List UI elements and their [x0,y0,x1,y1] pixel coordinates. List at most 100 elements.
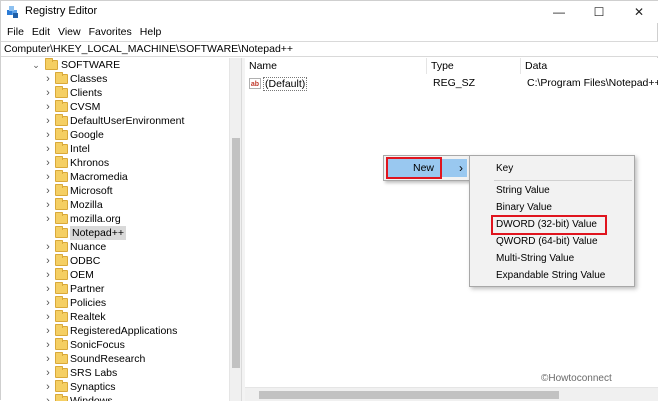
chevron-right-icon[interactable]: › [43,128,53,142]
tree-item-registeredapplications[interactable]: › RegisteredApplications [1,324,229,338]
menu-edit[interactable]: Edit [30,26,56,38]
tree-item-label: Classes [70,73,108,85]
column-header-type[interactable]: Type [427,58,521,74]
folder-icon [55,72,68,84]
tree-item-label: CVSM [70,101,101,113]
tree-item-label: OEM [70,269,94,281]
column-header-data[interactable]: Data [521,58,658,74]
tree-item-odbc[interactable]: › ODBC [1,254,229,268]
value-name: (Default) [263,77,308,91]
folder-icon [55,184,68,196]
folder-icon [55,338,68,350]
tree-item-defaultuserenvironment[interactable]: › DefaultUserEnvironment [1,114,229,128]
tree-item-intel[interactable]: › Intel [1,142,229,156]
folder-icon [55,352,68,364]
values-horizontal-scrollbar[interactable] [245,387,658,401]
tree-item-label: DefaultUserEnvironment [70,115,185,127]
submenu-qword-value[interactable]: QWORD (64-bit) Value [496,235,598,249]
tree-item-mozilla[interactable]: › Mozilla [1,198,229,212]
tree-item-label: ODBC [70,255,101,267]
chevron-right-icon[interactable]: › [43,156,53,170]
tree-item-nuance[interactable]: › Nuance [1,240,229,254]
chevron-right-icon[interactable]: › [43,380,53,394]
chevron-right-icon: › [459,161,463,175]
tree-item-label: SonicFocus [70,339,125,351]
chevron-right-icon[interactable]: › [43,310,53,324]
chevron-right-icon[interactable]: › [43,338,53,352]
chevron-right-icon[interactable]: › [43,198,53,212]
chevron-right-icon[interactable]: › [43,100,53,114]
menu-view[interactable]: View [56,26,87,38]
folder-icon [55,282,68,294]
menu-favorites[interactable]: Favorites [87,26,138,38]
tree-vertical-scrollbar[interactable] [229,58,241,401]
tree-item-soundresearch[interactable]: › SoundResearch [1,352,229,366]
minimize-button[interactable]: — [539,1,579,23]
tree-item-partner[interactable]: › Partner [1,282,229,296]
folder-icon [55,366,68,378]
tree-item-policies[interactable]: › Policies [1,296,229,310]
column-header-name[interactable]: Name [245,58,427,74]
chevron-right-icon[interactable]: › [43,170,53,184]
submenu-key[interactable]: Key [496,162,513,176]
close-button[interactable]: ✕ [619,1,658,23]
folder-icon [55,394,68,401]
tree-item-cvsm[interactable]: › CVSM [1,100,229,114]
chevron-down-icon[interactable]: ⌄ [31,58,41,72]
tree-item-label: SRS Labs [70,367,118,379]
tree-item-software[interactable]: ⌄ SOFTWARE [1,58,229,72]
tree-item-notepad[interactable]: Notepad++ [1,226,229,240]
tree-item-sonicfocus[interactable]: › SonicFocus [1,338,229,352]
chevron-right-icon[interactable]: › [43,366,53,380]
tree-item-clients[interactable]: › Clients [1,86,229,100]
tree-item-label: RegisteredApplications [70,325,178,337]
chevron-right-icon[interactable]: › [43,184,53,198]
tree-item-srs-labs[interactable]: › SRS Labs [1,366,229,380]
folder-icon [55,100,68,112]
watermark: ©Howtoconnect [541,373,612,384]
address-bar[interactable]: Computer\HKEY_LOCAL_MACHINE\SOFTWARE\Not… [1,41,658,57]
registry-tree: ⌄ SOFTWARE › Classes › Clients › CVSM › Default… [1,58,229,401]
submenu-string-value[interactable]: String Value [496,184,550,198]
tree-item-microsoft[interactable]: › Microsoft [1,184,229,198]
registry-editor-icon [7,6,18,18]
tree-item-label: mozilla.org [70,213,121,225]
chevron-right-icon[interactable]: › [43,268,53,282]
submenu-binary-value[interactable]: Binary Value [496,201,552,215]
tree-item-label: Microsoft [70,185,113,197]
submenu-expandable-string-value[interactable]: Expandable String Value [496,269,605,283]
chevron-right-icon[interactable]: › [43,254,53,268]
tree-item-khronos[interactable]: › Khronos [1,156,229,170]
chevron-right-icon[interactable]: › [43,142,53,156]
scrollbar-thumb[interactable] [232,138,240,368]
registry-editor-window: Registry Editor — ☐ ✕ File Edit View Fav… [0,0,658,401]
tree-item-label: SOFTWARE [61,59,121,71]
tree-item-realtek[interactable]: › Realtek [1,310,229,324]
chevron-right-icon[interactable]: › [43,282,53,296]
close-icon: ✕ [633,5,645,19]
tree-item-macromedia[interactable]: › Macromedia [1,170,229,184]
scrollbar-thumb[interactable] [259,391,559,399]
chevron-right-icon[interactable]: › [43,352,53,366]
tree-item-label: Realtek [70,311,106,323]
value-row-default[interactable]: ab (Default) REG_SZ C:\Program Files\Not… [245,76,658,91]
chevron-right-icon[interactable]: › [43,296,53,310]
tree-item-google[interactable]: › Google [1,128,229,142]
chevron-right-icon[interactable]: › [43,114,53,128]
submenu-multi-string-value[interactable]: Multi-String Value [496,252,574,266]
chevron-right-icon[interactable]: › [43,240,53,254]
tree-item-label: Notepad++ [70,226,126,240]
menu-help[interactable]: Help [138,26,168,38]
chevron-right-icon[interactable]: › [43,324,53,338]
menu-file[interactable]: File [5,26,30,38]
folder-icon [55,310,68,322]
tree-item-synaptics[interactable]: › Synaptics [1,380,229,394]
tree-item-classes[interactable]: › Classes [1,72,229,86]
tree-item-oem[interactable]: › OEM [1,268,229,282]
chevron-right-icon[interactable]: › [43,72,53,86]
chevron-right-icon[interactable]: › [43,86,53,100]
minimize-icon: — [553,5,565,19]
maximize-button[interactable]: ☐ [579,1,619,23]
tree-item-mozilla-org[interactable]: › mozilla.org [1,212,229,226]
chevron-right-icon[interactable]: › [43,212,53,226]
